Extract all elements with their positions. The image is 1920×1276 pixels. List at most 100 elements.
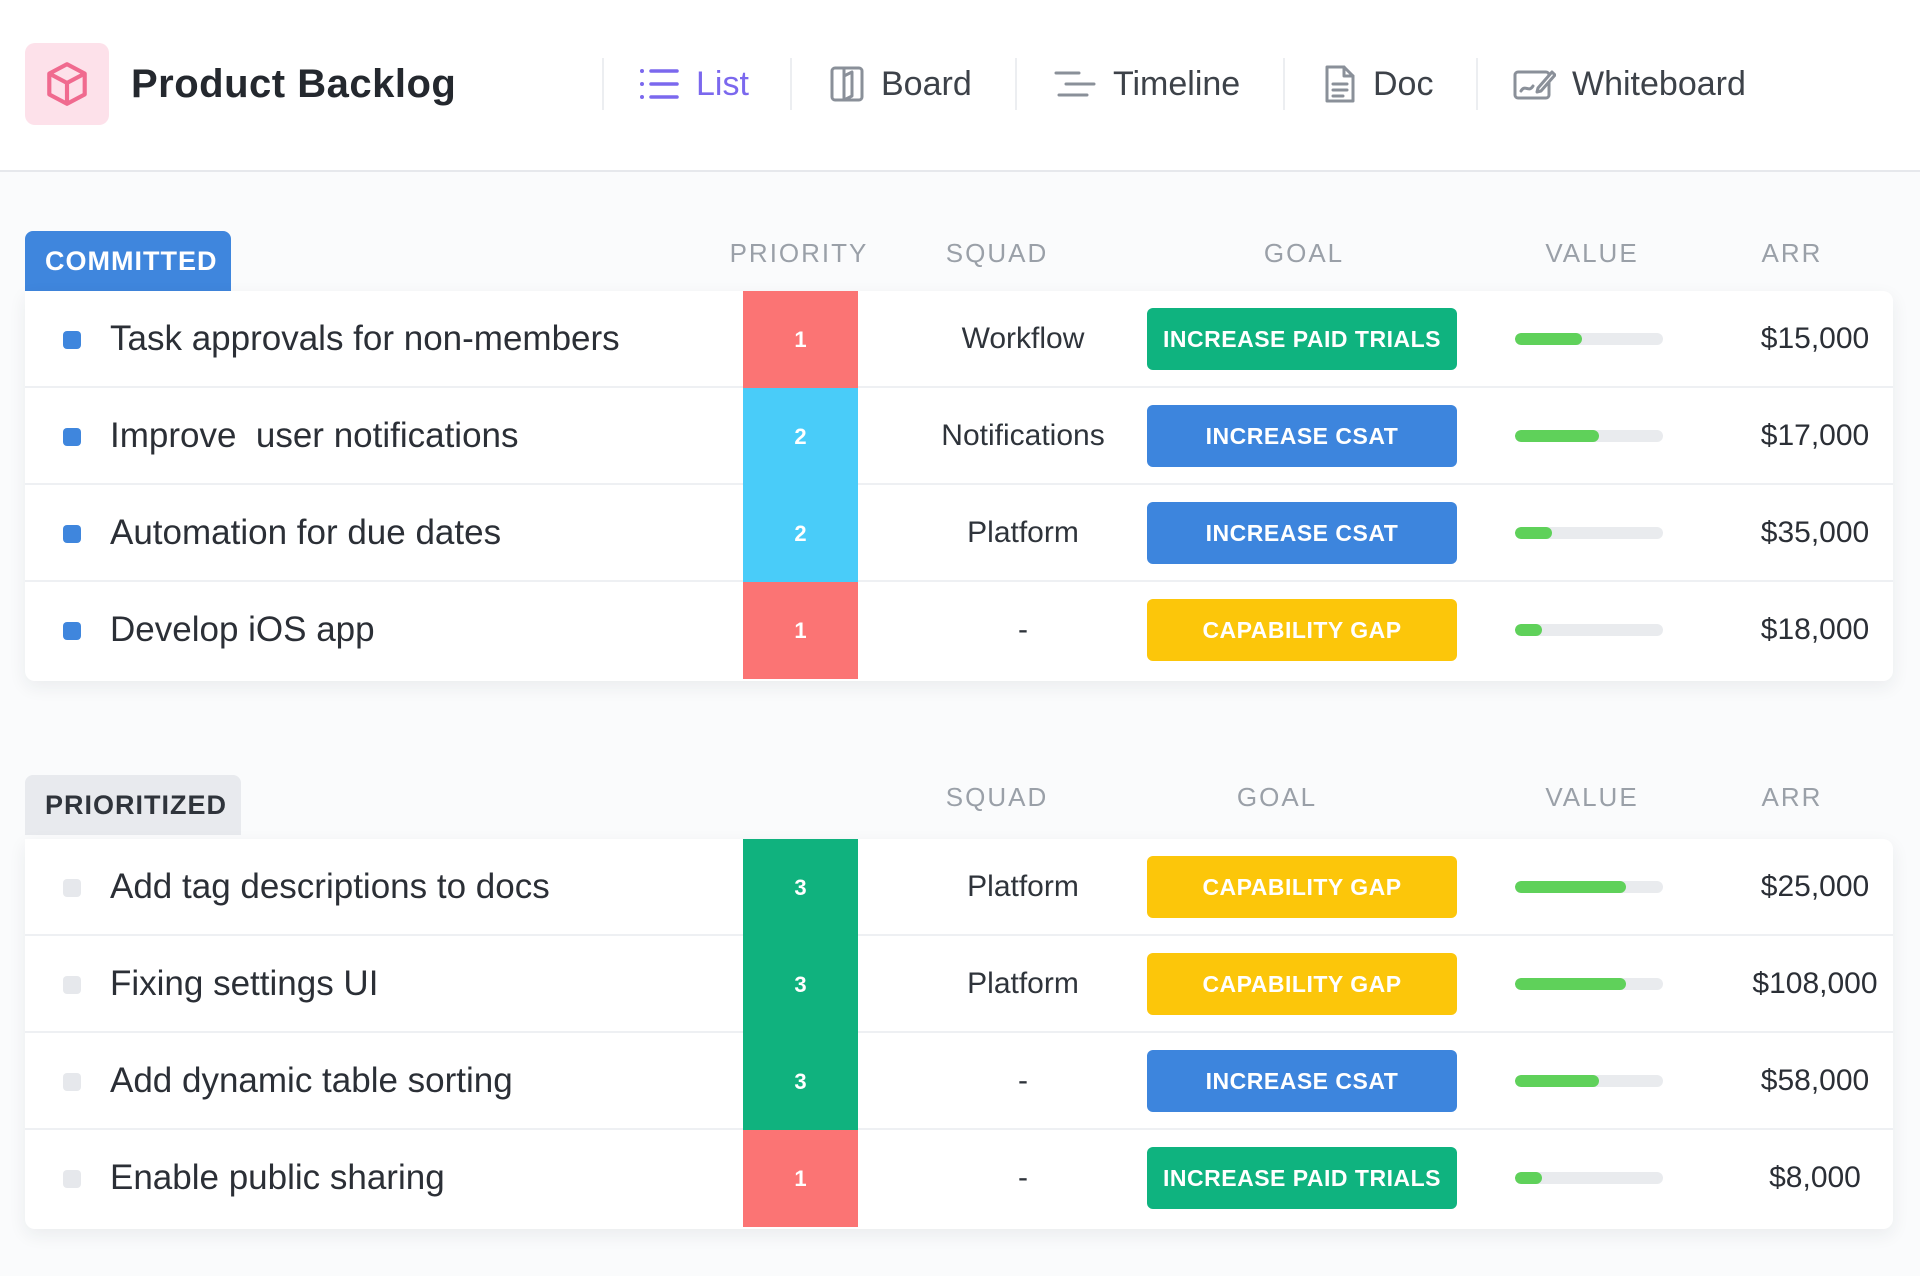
- task-name[interactable]: Improve user notifications: [110, 416, 519, 456]
- status-dot[interactable]: [63, 331, 81, 349]
- timeline-icon: [1053, 66, 1097, 102]
- doc-icon: [1323, 64, 1357, 104]
- goal-badge[interactable]: INCREASE PAID TRIALS: [1147, 308, 1457, 370]
- divider: [602, 58, 604, 110]
- value-progress-bar[interactable]: [1515, 1172, 1663, 1184]
- page-title: Product Backlog: [131, 62, 457, 106]
- tab-doc[interactable]: Doc: [1323, 56, 1433, 112]
- priority-cell[interactable]: 2: [743, 485, 858, 582]
- status-dot[interactable]: [63, 1170, 81, 1188]
- priority-cell[interactable]: 1: [743, 582, 858, 679]
- list-icon: [638, 66, 680, 102]
- arr-cell[interactable]: $8,000: [1685, 1158, 1920, 1198]
- tab-label: Timeline: [1113, 64, 1241, 103]
- tab-list[interactable]: List: [638, 56, 749, 112]
- whiteboard-icon: [1512, 66, 1556, 102]
- goal-badge[interactable]: INCREASE CSAT: [1147, 1050, 1457, 1112]
- arr-cell[interactable]: $25,000: [1685, 867, 1920, 907]
- value-progress-bar[interactable]: [1515, 978, 1663, 990]
- column-header-goal[interactable]: GOAL: [1204, 238, 1404, 269]
- table-row[interactable]: Add tag descriptions to docs 3 Platform …: [25, 839, 1893, 936]
- goal-badge[interactable]: INCREASE CSAT: [1147, 405, 1457, 467]
- value-progress-bar[interactable]: [1515, 527, 1663, 539]
- table-row[interactable]: Improve user notifications 2 Notificatio…: [25, 388, 1893, 485]
- priority-cell[interactable]: 1: [743, 291, 858, 388]
- table-row[interactable]: Add dynamic table sorting 3 - INCREASE C…: [25, 1033, 1893, 1130]
- value-progress-bar[interactable]: [1515, 881, 1663, 893]
- column-header-priority[interactable]: PRIORITY: [699, 238, 899, 269]
- column-header-value[interactable]: VALUE: [1492, 782, 1692, 813]
- table-row[interactable]: Task approvals for non-members 1 Workflo…: [25, 291, 1893, 388]
- goal-badge[interactable]: INCREASE CSAT: [1147, 502, 1457, 564]
- squad-cell[interactable]: Platform: [898, 867, 1148, 907]
- squad-cell[interactable]: -: [898, 1061, 1148, 1101]
- value-progress-fill: [1515, 1075, 1600, 1087]
- task-name[interactable]: Automation for due dates: [110, 513, 501, 553]
- task-name[interactable]: Add tag descriptions to docs: [110, 867, 550, 907]
- tab-label: List: [696, 64, 749, 103]
- table-row[interactable]: Develop iOS app 1 - CAPABILITY GAP $18,0…: [25, 582, 1893, 679]
- task-table-committed: Task approvals for non-members 1 Workflo…: [25, 291, 1893, 681]
- value-progress-bar[interactable]: [1515, 430, 1663, 442]
- group-label-committed[interactable]: COMMITTED: [25, 231, 231, 291]
- status-dot[interactable]: [63, 1073, 81, 1091]
- value-progress-bar[interactable]: [1515, 333, 1663, 345]
- tab-label: Whiteboard: [1572, 64, 1746, 103]
- goal-badge[interactable]: CAPABILITY GAP: [1147, 953, 1457, 1015]
- squad-cell[interactable]: Platform: [898, 513, 1148, 553]
- value-progress-bar[interactable]: [1515, 624, 1663, 636]
- cube-icon[interactable]: [25, 43, 109, 125]
- value-progress-fill: [1515, 333, 1582, 345]
- status-dot[interactable]: [63, 879, 81, 897]
- status-dot[interactable]: [63, 976, 81, 994]
- status-dot[interactable]: [63, 622, 81, 640]
- squad-cell[interactable]: -: [898, 1158, 1148, 1198]
- status-dot[interactable]: [63, 428, 81, 446]
- value-progress-fill: [1515, 430, 1600, 442]
- tab-board[interactable]: Board: [829, 56, 972, 112]
- squad-cell[interactable]: -: [898, 610, 1148, 650]
- task-name[interactable]: Add dynamic table sorting: [110, 1061, 513, 1101]
- tab-whiteboard[interactable]: Whiteboard: [1512, 56, 1746, 112]
- goal-badge[interactable]: CAPABILITY GAP: [1147, 599, 1457, 661]
- arr-cell[interactable]: $58,000: [1685, 1061, 1920, 1101]
- arr-cell[interactable]: $18,000: [1685, 610, 1920, 650]
- column-header-squad[interactable]: SQUAD: [897, 782, 1097, 813]
- value-progress-fill: [1515, 881, 1626, 893]
- task-name[interactable]: Task approvals for non-members: [110, 319, 620, 359]
- arr-cell[interactable]: $15,000: [1685, 319, 1920, 359]
- priority-cell[interactable]: 3: [743, 839, 858, 936]
- column-header-arr[interactable]: ARR: [1692, 238, 1892, 269]
- value-progress-fill: [1515, 978, 1626, 990]
- arr-cell[interactable]: $108,000: [1685, 964, 1920, 1004]
- view-header: Product Backlog List Board Timeline Doc …: [0, 0, 1920, 172]
- table-row[interactable]: Fixing settings UI 3 Platform CAPABILITY…: [25, 936, 1893, 1033]
- priority-cell[interactable]: 3: [743, 1033, 858, 1130]
- value-progress-bar[interactable]: [1515, 1075, 1663, 1087]
- arr-cell[interactable]: $35,000: [1685, 513, 1920, 553]
- arr-cell[interactable]: $17,000: [1685, 416, 1920, 456]
- column-header-arr[interactable]: ARR: [1692, 782, 1892, 813]
- goal-badge[interactable]: INCREASE PAID TRIALS: [1147, 1147, 1457, 1209]
- priority-cell[interactable]: 1: [743, 1130, 858, 1227]
- status-dot[interactable]: [63, 525, 81, 543]
- squad-cell[interactable]: Platform: [898, 964, 1148, 1004]
- priority-cell[interactable]: 2: [743, 388, 858, 485]
- squad-cell[interactable]: Notifications: [898, 416, 1148, 456]
- group-label-prioritized[interactable]: PRIORITIZED: [25, 775, 241, 835]
- value-progress-fill: [1515, 624, 1542, 636]
- tab-label: Board: [881, 64, 972, 103]
- table-row[interactable]: Enable public sharing 1 - INCREASE PAID …: [25, 1130, 1893, 1227]
- column-header-goal[interactable]: GOAL: [1177, 782, 1377, 813]
- tab-timeline[interactable]: Timeline: [1053, 56, 1240, 112]
- task-name[interactable]: Develop iOS app: [110, 610, 375, 650]
- column-header-squad[interactable]: SQUAD: [897, 238, 1097, 269]
- table-row[interactable]: Automation for due dates 2 Platform INCR…: [25, 485, 1893, 582]
- squad-cell[interactable]: Workflow: [898, 319, 1148, 359]
- goal-badge[interactable]: CAPABILITY GAP: [1147, 856, 1457, 918]
- priority-cell[interactable]: 3: [743, 936, 858, 1033]
- divider: [1015, 58, 1017, 110]
- task-name[interactable]: Enable public sharing: [110, 1158, 445, 1198]
- column-header-value[interactable]: VALUE: [1492, 238, 1692, 269]
- task-name[interactable]: Fixing settings UI: [110, 964, 378, 1004]
